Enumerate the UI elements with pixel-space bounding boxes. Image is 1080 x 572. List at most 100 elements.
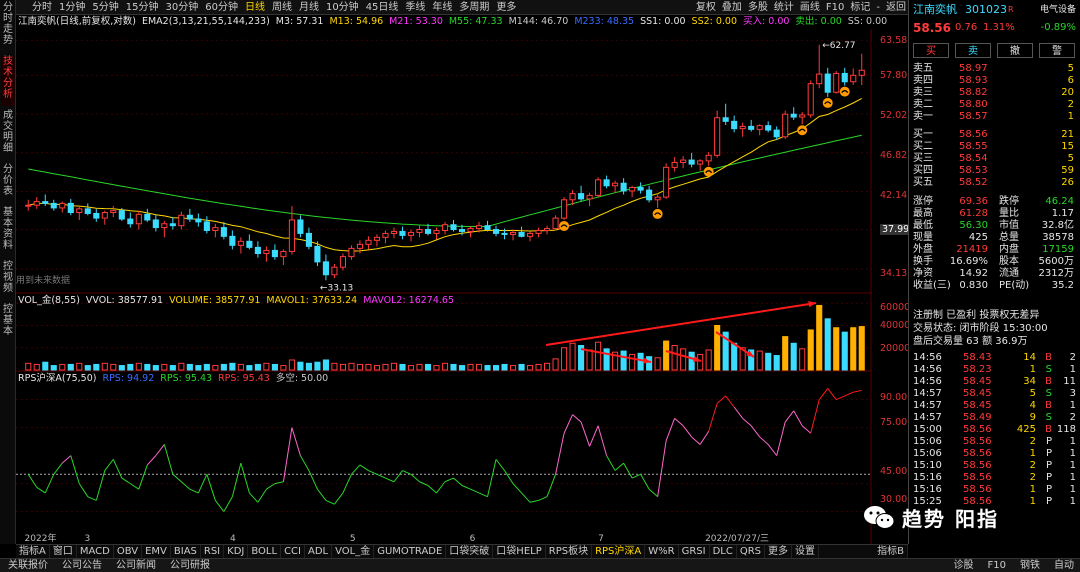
period-tab-1[interactable]: 1分钟 xyxy=(59,0,85,14)
period-tab-4[interactable]: 30分钟 xyxy=(165,0,198,14)
volume-bar xyxy=(127,363,134,371)
volume-bar xyxy=(450,363,457,371)
volume-bar xyxy=(178,362,185,371)
status-right-3[interactable]: 自动 xyxy=(1054,559,1074,572)
rps-segment xyxy=(742,417,752,427)
period-tab-0[interactable]: 分时 xyxy=(32,0,52,14)
indicator-tab-14[interactable]: 口袋HELP xyxy=(493,545,546,558)
toolbar-btn-1[interactable]: 叠加 xyxy=(722,0,742,15)
period-tab-5[interactable]: 60分钟 xyxy=(205,0,238,14)
toolbar-btn-6[interactable]: 标记 xyxy=(850,0,870,15)
indicator-tab-13[interactable]: 口袋突破 xyxy=(446,545,494,558)
period-tab-10[interactable]: 45日线 xyxy=(366,0,399,14)
indicator-tab-4[interactable]: EMV xyxy=(142,545,171,558)
status-item-1[interactable]: 公司公告 xyxy=(62,559,102,572)
period-tab-14[interactable]: 更多 xyxy=(496,0,516,14)
indicator-tab-12[interactable]: GUMOTRADE xyxy=(374,545,447,558)
bids-row-2: 买三 58.54 5 xyxy=(913,153,1076,165)
stat-row-3: 现量 425 总量 38578 xyxy=(913,232,1076,244)
trade-btn-0[interactable]: 买 xyxy=(913,43,949,58)
indicator-tab-1[interactable]: 窗口 xyxy=(50,545,77,558)
left-tab-5[interactable]: 控视频 xyxy=(1,261,15,300)
rps-segment xyxy=(793,410,803,427)
tick-row-10: 15:16 58.56 2 P 1 xyxy=(913,472,1076,484)
period-tab-9[interactable]: 10分钟 xyxy=(326,0,359,14)
left-tab-4[interactable]: 基本资料 xyxy=(1,207,15,257)
stat-row-0: 涨停 69.36 跌停 46.24 xyxy=(913,196,1076,208)
volume-bar xyxy=(254,363,261,371)
candle xyxy=(790,107,797,120)
indicator-tab-6[interactable]: RSI xyxy=(201,545,225,558)
volume-bar xyxy=(280,365,287,371)
vol-indicator-line: VOL_金(8,55) VVOL: 38577.91 VOLUME: 38577.… xyxy=(18,294,454,308)
rps-segment xyxy=(61,455,72,464)
volume-bar xyxy=(637,352,644,371)
volume-bar xyxy=(816,304,823,371)
price-tick-0: 63.58 xyxy=(880,35,908,46)
bids-vol: 26 xyxy=(1061,177,1074,188)
chart-area[interactable]: ←62.77 ←33.13 用到未来数据 2022年 3 4 5 6 7 2022/07/27/三 xyxy=(16,29,872,544)
period-tab-8[interactable]: 月线 xyxy=(299,0,319,14)
stock-header: 江南奕帆 301023 R 电气设备 xyxy=(913,4,1076,18)
indicator-tab-11[interactable]: VOL_金 xyxy=(332,545,375,558)
status-item-2[interactable]: 公司新闻 xyxy=(116,559,156,572)
rps-segment xyxy=(325,499,335,505)
watermark-text: 趋势 阳指 xyxy=(902,506,999,531)
indicator-tab-16[interactable]: RPS沪深A xyxy=(592,545,646,558)
toolbar-btn-4[interactable]: 画线 xyxy=(800,0,820,15)
toolbar-btn-0[interactable]: 复权 xyxy=(696,0,716,15)
indicator-b-tab[interactable]: 指标B xyxy=(874,545,908,558)
status-item-3[interactable]: 公司研报 xyxy=(170,559,210,572)
rps-segment xyxy=(87,496,97,501)
trade-btn-2[interactable]: 撤 xyxy=(997,43,1033,58)
toolbar-btn-5[interactable]: F10 xyxy=(826,0,844,15)
period-tab-12[interactable]: 年线 xyxy=(432,0,452,14)
period-tab-11[interactable]: 季线 xyxy=(405,0,425,14)
trade-btn-1[interactable]: 卖 xyxy=(955,43,991,58)
toolbar-btn-3[interactable]: 统计 xyxy=(774,0,794,15)
period-tab-3[interactable]: 15分钟 xyxy=(126,0,159,14)
period-tab-7[interactable]: 周线 xyxy=(272,0,292,14)
period-tab-2[interactable]: 5分钟 xyxy=(92,0,118,14)
status-right-1[interactable]: F10 xyxy=(988,559,1006,572)
period-tab-13[interactable]: 多周期 xyxy=(459,0,489,14)
left-tab-1[interactable]: 技术分析 xyxy=(1,56,15,106)
indicator-tab-19[interactable]: DLC xyxy=(710,545,737,558)
rps-segment xyxy=(504,470,514,484)
rps-segment xyxy=(555,433,565,475)
volume-bar xyxy=(850,327,857,371)
volume-bar xyxy=(288,359,295,371)
bids-vol: 15 xyxy=(1061,141,1074,152)
indicator-tab-3[interactable]: OBV xyxy=(114,545,143,558)
indicator-tab-18[interactable]: GRSI xyxy=(679,545,710,558)
candle xyxy=(229,230,236,250)
left-tab-0[interactable]: 分时走势 xyxy=(1,2,15,52)
left-tab-3[interactable]: 分价表 xyxy=(1,164,15,203)
candle xyxy=(671,156,678,172)
indicator-tab-0[interactable]: 指标A xyxy=(16,545,50,558)
bids-price: 58.55 xyxy=(959,141,988,152)
indicator-tab-5[interactable]: BIAS xyxy=(171,545,201,558)
left-tab-2[interactable]: 成交明细 xyxy=(1,110,15,160)
status-right-2[interactable]: 钢铁 xyxy=(1020,559,1040,572)
indicator-tab-8[interactable]: BOLL xyxy=(248,545,282,558)
indicator-tab-2[interactable]: MACD xyxy=(77,545,114,558)
status-right-0[interactable]: 诊股 xyxy=(954,559,974,572)
rps-segment xyxy=(674,417,684,427)
indicator-tab-9[interactable]: CCI xyxy=(281,545,305,558)
indicator-tab-10[interactable]: ADL xyxy=(305,545,333,558)
status-item-0[interactable]: 关联报价 xyxy=(8,559,48,572)
indicator-tab-21[interactable]: 更多 xyxy=(765,545,793,558)
indicator-tab-22[interactable]: 设置 xyxy=(792,545,820,558)
trade-btn-3[interactable]: 警 xyxy=(1039,43,1075,58)
indicator-tab-7[interactable]: KDJ xyxy=(224,545,249,558)
period-tab-6[interactable]: 日线 xyxy=(245,0,265,14)
indicator-tab-20[interactable]: QRS xyxy=(737,545,766,558)
left-tab-6[interactable]: 控基本 xyxy=(1,304,15,343)
indicator-tab-15[interactable]: RPS板块 xyxy=(546,545,593,558)
toolbar-btn-2[interactable]: 多股 xyxy=(748,0,768,15)
vol-tick-2: 20000 xyxy=(880,343,911,354)
indicator-tab-17[interactable]: W%R xyxy=(645,545,679,558)
rps-segment xyxy=(470,488,480,494)
tick-side: B xyxy=(1045,424,1052,435)
